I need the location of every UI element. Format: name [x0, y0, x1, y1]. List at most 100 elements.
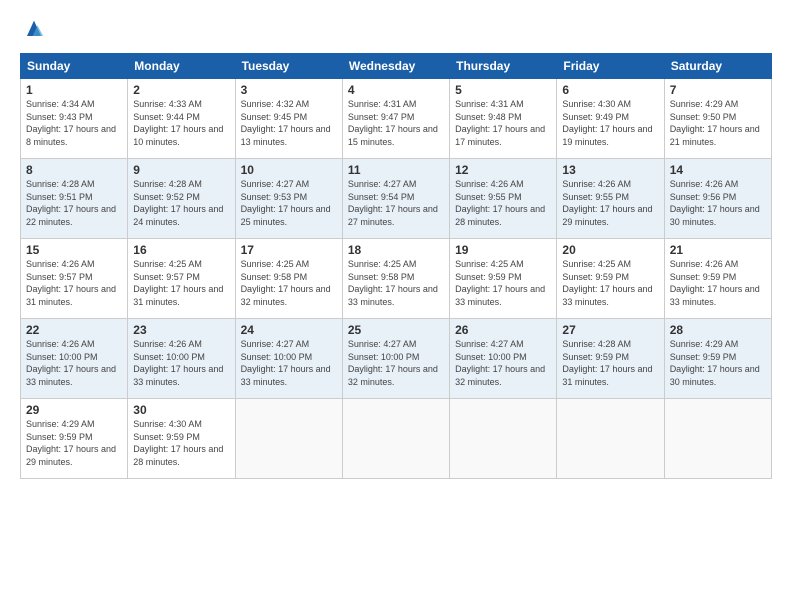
- table-row: 4 Sunrise: 4:31 AMSunset: 9:47 PMDayligh…: [342, 79, 449, 159]
- table-row: 30 Sunrise: 4:30 AMSunset: 9:59 PMDaylig…: [128, 399, 235, 479]
- table-row: 10 Sunrise: 4:27 AMSunset: 9:53 PMDaylig…: [235, 159, 342, 239]
- day-info: Sunrise: 4:33 AMSunset: 9:44 PMDaylight:…: [133, 99, 223, 147]
- day-number: 9: [133, 163, 229, 177]
- day-number: 13: [562, 163, 658, 177]
- week-row: 29 Sunrise: 4:29 AMSunset: 9:59 PMDaylig…: [21, 399, 772, 479]
- col-friday: Friday: [557, 54, 664, 79]
- day-number: 29: [26, 403, 122, 417]
- table-row: 24 Sunrise: 4:27 AMSunset: 10:00 PMDayli…: [235, 319, 342, 399]
- col-saturday: Saturday: [664, 54, 771, 79]
- day-info: Sunrise: 4:29 AMSunset: 9:59 PMDaylight:…: [670, 339, 760, 387]
- day-number: 30: [133, 403, 229, 417]
- day-number: 28: [670, 323, 766, 337]
- table-row: 16 Sunrise: 4:25 AMSunset: 9:57 PMDaylig…: [128, 239, 235, 319]
- day-info: Sunrise: 4:31 AMSunset: 9:48 PMDaylight:…: [455, 99, 545, 147]
- table-row: 11 Sunrise: 4:27 AMSunset: 9:54 PMDaylig…: [342, 159, 449, 239]
- day-info: Sunrise: 4:26 AMSunset: 9:55 PMDaylight:…: [455, 179, 545, 227]
- day-number: 22: [26, 323, 122, 337]
- table-row: 18 Sunrise: 4:25 AMSunset: 9:58 PMDaylig…: [342, 239, 449, 319]
- col-thursday: Thursday: [450, 54, 557, 79]
- table-row: 17 Sunrise: 4:25 AMSunset: 9:58 PMDaylig…: [235, 239, 342, 319]
- day-info: Sunrise: 4:26 AMSunset: 10:00 PMDaylight…: [26, 339, 116, 387]
- day-info: Sunrise: 4:26 AMSunset: 9:56 PMDaylight:…: [670, 179, 760, 227]
- calendar-table: Sunday Monday Tuesday Wednesday Thursday…: [20, 53, 772, 479]
- day-info: Sunrise: 4:26 AMSunset: 9:57 PMDaylight:…: [26, 259, 116, 307]
- day-info: Sunrise: 4:27 AMSunset: 10:00 PMDaylight…: [348, 339, 438, 387]
- day-number: 20: [562, 243, 658, 257]
- col-wednesday: Wednesday: [342, 54, 449, 79]
- table-row: 23 Sunrise: 4:26 AMSunset: 10:00 PMDayli…: [128, 319, 235, 399]
- table-row: [235, 399, 342, 479]
- day-info: Sunrise: 4:28 AMSunset: 9:59 PMDaylight:…: [562, 339, 652, 387]
- day-number: 25: [348, 323, 444, 337]
- day-number: 26: [455, 323, 551, 337]
- day-info: Sunrise: 4:26 AMSunset: 10:00 PMDaylight…: [133, 339, 223, 387]
- table-row: 27 Sunrise: 4:28 AMSunset: 9:59 PMDaylig…: [557, 319, 664, 399]
- table-row: [664, 399, 771, 479]
- header-row: Sunday Monday Tuesday Wednesday Thursday…: [21, 54, 772, 79]
- day-number: 14: [670, 163, 766, 177]
- table-row: 13 Sunrise: 4:26 AMSunset: 9:55 PMDaylig…: [557, 159, 664, 239]
- day-number: 23: [133, 323, 229, 337]
- day-number: 3: [241, 83, 337, 97]
- day-number: 27: [562, 323, 658, 337]
- table-row: 3 Sunrise: 4:32 AMSunset: 9:45 PMDayligh…: [235, 79, 342, 159]
- logo: [20, 15, 52, 43]
- day-number: 7: [670, 83, 766, 97]
- day-number: 2: [133, 83, 229, 97]
- col-sunday: Sunday: [21, 54, 128, 79]
- table-row: 1 Sunrise: 4:34 AMSunset: 9:43 PMDayligh…: [21, 79, 128, 159]
- table-row: 25 Sunrise: 4:27 AMSunset: 10:00 PMDayli…: [342, 319, 449, 399]
- table-row: 5 Sunrise: 4:31 AMSunset: 9:48 PMDayligh…: [450, 79, 557, 159]
- day-number: 15: [26, 243, 122, 257]
- day-info: Sunrise: 4:30 AMSunset: 9:59 PMDaylight:…: [133, 419, 223, 467]
- col-monday: Monday: [128, 54, 235, 79]
- table-row: 15 Sunrise: 4:26 AMSunset: 9:57 PMDaylig…: [21, 239, 128, 319]
- day-info: Sunrise: 4:25 AMSunset: 9:57 PMDaylight:…: [133, 259, 223, 307]
- table-row: 22 Sunrise: 4:26 AMSunset: 10:00 PMDayli…: [21, 319, 128, 399]
- day-info: Sunrise: 4:28 AMSunset: 9:52 PMDaylight:…: [133, 179, 223, 227]
- day-info: Sunrise: 4:27 AMSunset: 9:53 PMDaylight:…: [241, 179, 331, 227]
- day-number: 4: [348, 83, 444, 97]
- day-number: 12: [455, 163, 551, 177]
- logo-icon: [20, 15, 48, 43]
- table-row: [557, 399, 664, 479]
- day-number: 1: [26, 83, 122, 97]
- table-row: 20 Sunrise: 4:25 AMSunset: 9:59 PMDaylig…: [557, 239, 664, 319]
- table-row: [450, 399, 557, 479]
- day-number: 5: [455, 83, 551, 97]
- table-row: 7 Sunrise: 4:29 AMSunset: 9:50 PMDayligh…: [664, 79, 771, 159]
- col-tuesday: Tuesday: [235, 54, 342, 79]
- day-number: 24: [241, 323, 337, 337]
- day-info: Sunrise: 4:25 AMSunset: 9:59 PMDaylight:…: [562, 259, 652, 307]
- day-number: 16: [133, 243, 229, 257]
- table-row: 9 Sunrise: 4:28 AMSunset: 9:52 PMDayligh…: [128, 159, 235, 239]
- week-row: 1 Sunrise: 4:34 AMSunset: 9:43 PMDayligh…: [21, 79, 772, 159]
- day-number: 8: [26, 163, 122, 177]
- week-row: 22 Sunrise: 4:26 AMSunset: 10:00 PMDayli…: [21, 319, 772, 399]
- table-row: 29 Sunrise: 4:29 AMSunset: 9:59 PMDaylig…: [21, 399, 128, 479]
- table-row: 12 Sunrise: 4:26 AMSunset: 9:55 PMDaylig…: [450, 159, 557, 239]
- day-info: Sunrise: 4:26 AMSunset: 9:55 PMDaylight:…: [562, 179, 652, 227]
- table-row: 28 Sunrise: 4:29 AMSunset: 9:59 PMDaylig…: [664, 319, 771, 399]
- day-info: Sunrise: 4:26 AMSunset: 9:59 PMDaylight:…: [670, 259, 760, 307]
- day-info: Sunrise: 4:31 AMSunset: 9:47 PMDaylight:…: [348, 99, 438, 147]
- table-row: 2 Sunrise: 4:33 AMSunset: 9:44 PMDayligh…: [128, 79, 235, 159]
- day-number: 11: [348, 163, 444, 177]
- day-info: Sunrise: 4:34 AMSunset: 9:43 PMDaylight:…: [26, 99, 116, 147]
- week-row: 15 Sunrise: 4:26 AMSunset: 9:57 PMDaylig…: [21, 239, 772, 319]
- day-info: Sunrise: 4:25 AMSunset: 9:58 PMDaylight:…: [348, 259, 438, 307]
- day-number: 21: [670, 243, 766, 257]
- table-row: 21 Sunrise: 4:26 AMSunset: 9:59 PMDaylig…: [664, 239, 771, 319]
- day-number: 17: [241, 243, 337, 257]
- day-info: Sunrise: 4:25 AMSunset: 9:59 PMDaylight:…: [455, 259, 545, 307]
- day-number: 19: [455, 243, 551, 257]
- day-info: Sunrise: 4:29 AMSunset: 9:50 PMDaylight:…: [670, 99, 760, 147]
- table-row: 14 Sunrise: 4:26 AMSunset: 9:56 PMDaylig…: [664, 159, 771, 239]
- day-info: Sunrise: 4:30 AMSunset: 9:49 PMDaylight:…: [562, 99, 652, 147]
- table-row: 8 Sunrise: 4:28 AMSunset: 9:51 PMDayligh…: [21, 159, 128, 239]
- table-row: 6 Sunrise: 4:30 AMSunset: 9:49 PMDayligh…: [557, 79, 664, 159]
- day-info: Sunrise: 4:27 AMSunset: 10:00 PMDaylight…: [455, 339, 545, 387]
- week-row: 8 Sunrise: 4:28 AMSunset: 9:51 PMDayligh…: [21, 159, 772, 239]
- day-info: Sunrise: 4:32 AMSunset: 9:45 PMDaylight:…: [241, 99, 331, 147]
